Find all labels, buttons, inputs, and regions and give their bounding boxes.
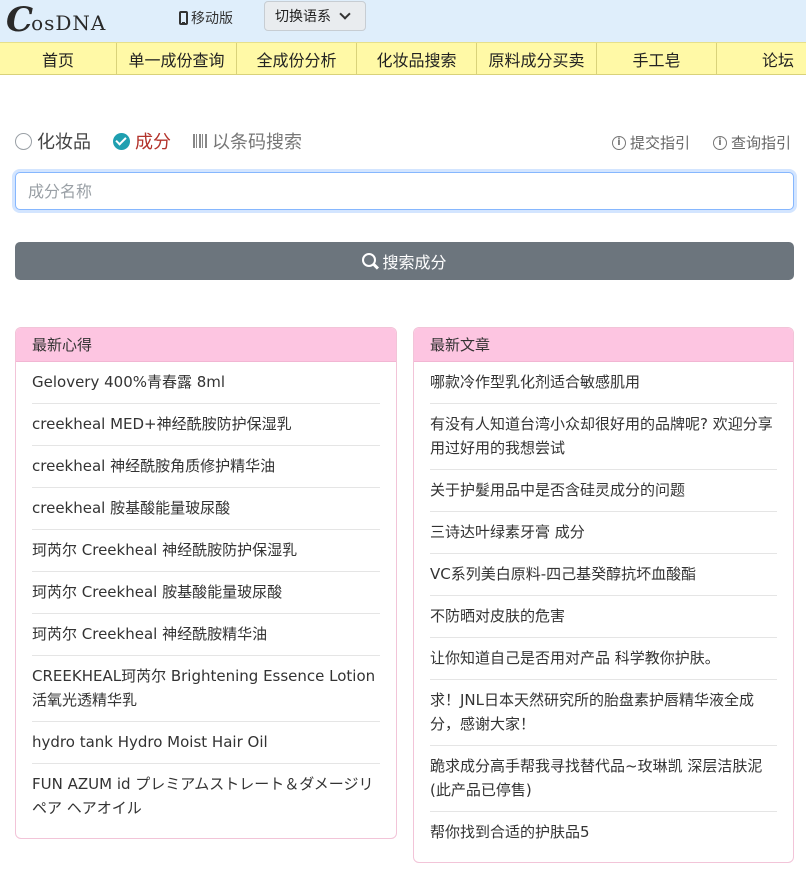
submit-guide-link[interactable]: i 提交指引 [612,132,690,153]
nav-item-single-ingredient[interactable]: 单一成份查询 [117,43,237,74]
review-item[interactable]: 珂芮尔 Creekheal 胺基酸能量玻尿酸 [32,572,380,614]
latest-articles-list: 哪款冷作型乳化剂适合敏感肌用 有没有人知道台湾小众却很好用的品牌呢? 欢迎分享用… [414,362,793,853]
review-item[interactable]: CREEKHEAL珂芮尔 Brightening Essence Lotion … [32,656,380,722]
article-item[interactable]: VC系列美白原料-四己基癸醇抗坏血酸酯 [430,554,777,596]
review-item[interactable]: Gelovery 400%青春露 8ml [32,362,380,404]
language-switch-label: 切换语系 [275,9,331,25]
radio-ingredient-label: 成分 [135,132,171,153]
info-icon: i [713,135,727,150]
review-item[interactable]: 珂芮尔 Creekheal 神经酰胺精华油 [32,614,380,656]
latest-reviews-title: 最新心得 [16,328,396,362]
nav-item-handmade-soap[interactable]: 手工皂 [597,43,717,74]
nav-item-full-analysis[interactable]: 全成份分析 [237,43,357,74]
radio-ingredient[interactable]: 成分 [113,128,171,154]
article-item[interactable]: 不防晒对皮肤的危害 [430,596,777,638]
latest-reviews-list: Gelovery 400%青春露 8ml creekheal MED+神经酰胺防… [16,362,396,829]
review-item[interactable]: creekheal MED+神经酰胺防护保湿乳 [32,404,380,446]
radio-checked-icon [113,132,130,150]
search-button-label: 搜索成分 [382,253,447,272]
nav-item-home[interactable]: 首页 [0,43,117,74]
latest-reviews-card: 最新心得 Gelovery 400%青春露 8ml creekheal MED+… [15,327,397,839]
top-bar: C osDNA 移动版 切换语系 [0,0,806,42]
info-icon: i [612,135,626,150]
logo-letter: C [6,0,34,40]
article-item[interactable]: 有没有人知道台湾小众却很好用的品牌呢? 欢迎分享用过好用的我想尝试 [430,404,777,470]
article-item[interactable]: 三诗达叶绿素牙膏 成分 [430,512,777,554]
search-ingredient-button[interactable]: 搜索成分 [15,242,794,280]
radio-unchecked-icon [15,132,32,150]
nav-item-raw-material-trade[interactable]: 原料成分买卖 [477,43,597,74]
barcode-icon [193,134,207,148]
barcode-search-link[interactable]: 以条码搜索 [193,128,302,154]
review-item[interactable]: 珂芮尔 Creekheal 神经酰胺防护保湿乳 [32,530,380,572]
main-nav: 首页 单一成份查询 全成份分析 化妆品搜索 原料成分买卖 手工皂 论坛 [0,42,806,75]
review-item[interactable]: creekheal 神经酰胺角质修护精华油 [32,446,380,488]
article-item[interactable]: 跪求成分高手帮我寻找替代品~玫琳凯 深层洁肤泥(此产品已停售) [430,746,777,812]
mobile-version-label: 移动版 [191,11,233,27]
language-switch-button[interactable]: 切换语系 [264,1,366,31]
cosdna-logo[interactable]: C osDNA [6,0,107,40]
article-item[interactable]: 关于护髮用品中是否含硅灵成分的问题 [430,470,777,512]
search-icon [362,252,377,267]
ingredient-search-input[interactable] [15,172,794,210]
review-item[interactable]: hydro tank Hydro Moist Hair Oil [32,722,380,764]
radio-cosmetic-label: 化妆品 [37,132,91,153]
article-item[interactable]: 让你知道自己是否用对产品 科学教你护肤。 [430,638,777,680]
query-guide-label: 查询指引 [731,134,792,152]
barcode-search-label: 以条码搜索 [212,132,302,153]
mobile-version-link[interactable]: 移动版 [179,8,233,28]
article-item[interactable]: 哪款冷作型乳化剂适合敏感肌用 [430,362,777,404]
logo-text: osDNA [31,11,107,35]
nav-item-forum[interactable]: 论坛 [717,43,806,74]
query-guide-link[interactable]: i 查询指引 [713,132,791,153]
phone-icon [179,11,188,25]
chevron-down-icon [339,8,351,20]
search-type-options: 化妆品 成分 以条码搜索 [15,128,324,154]
latest-articles-card: 最新文章 哪款冷作型乳化剂适合敏感肌用 有没有人知道台湾小众却很好用的品牌呢? … [413,327,794,863]
latest-articles-title: 最新文章 [414,328,793,362]
radio-cosmetic[interactable]: 化妆品 [15,128,91,154]
article-item[interactable]: 求！JNL日本天然研究所的胎盘素护唇精华液全成分，感谢大家！ [430,680,777,746]
nav-item-cosmetic-search[interactable]: 化妆品搜索 [357,43,477,74]
review-item[interactable]: FUN AZUM id プレミアムストレート＆ダメージリペア ヘアオイル [32,764,380,829]
review-item[interactable]: creekheal 胺基酸能量玻尿酸 [32,488,380,530]
article-item[interactable]: 帮你找到合适的护肤品5 [430,812,777,853]
submit-guide-label: 提交指引 [630,134,691,152]
